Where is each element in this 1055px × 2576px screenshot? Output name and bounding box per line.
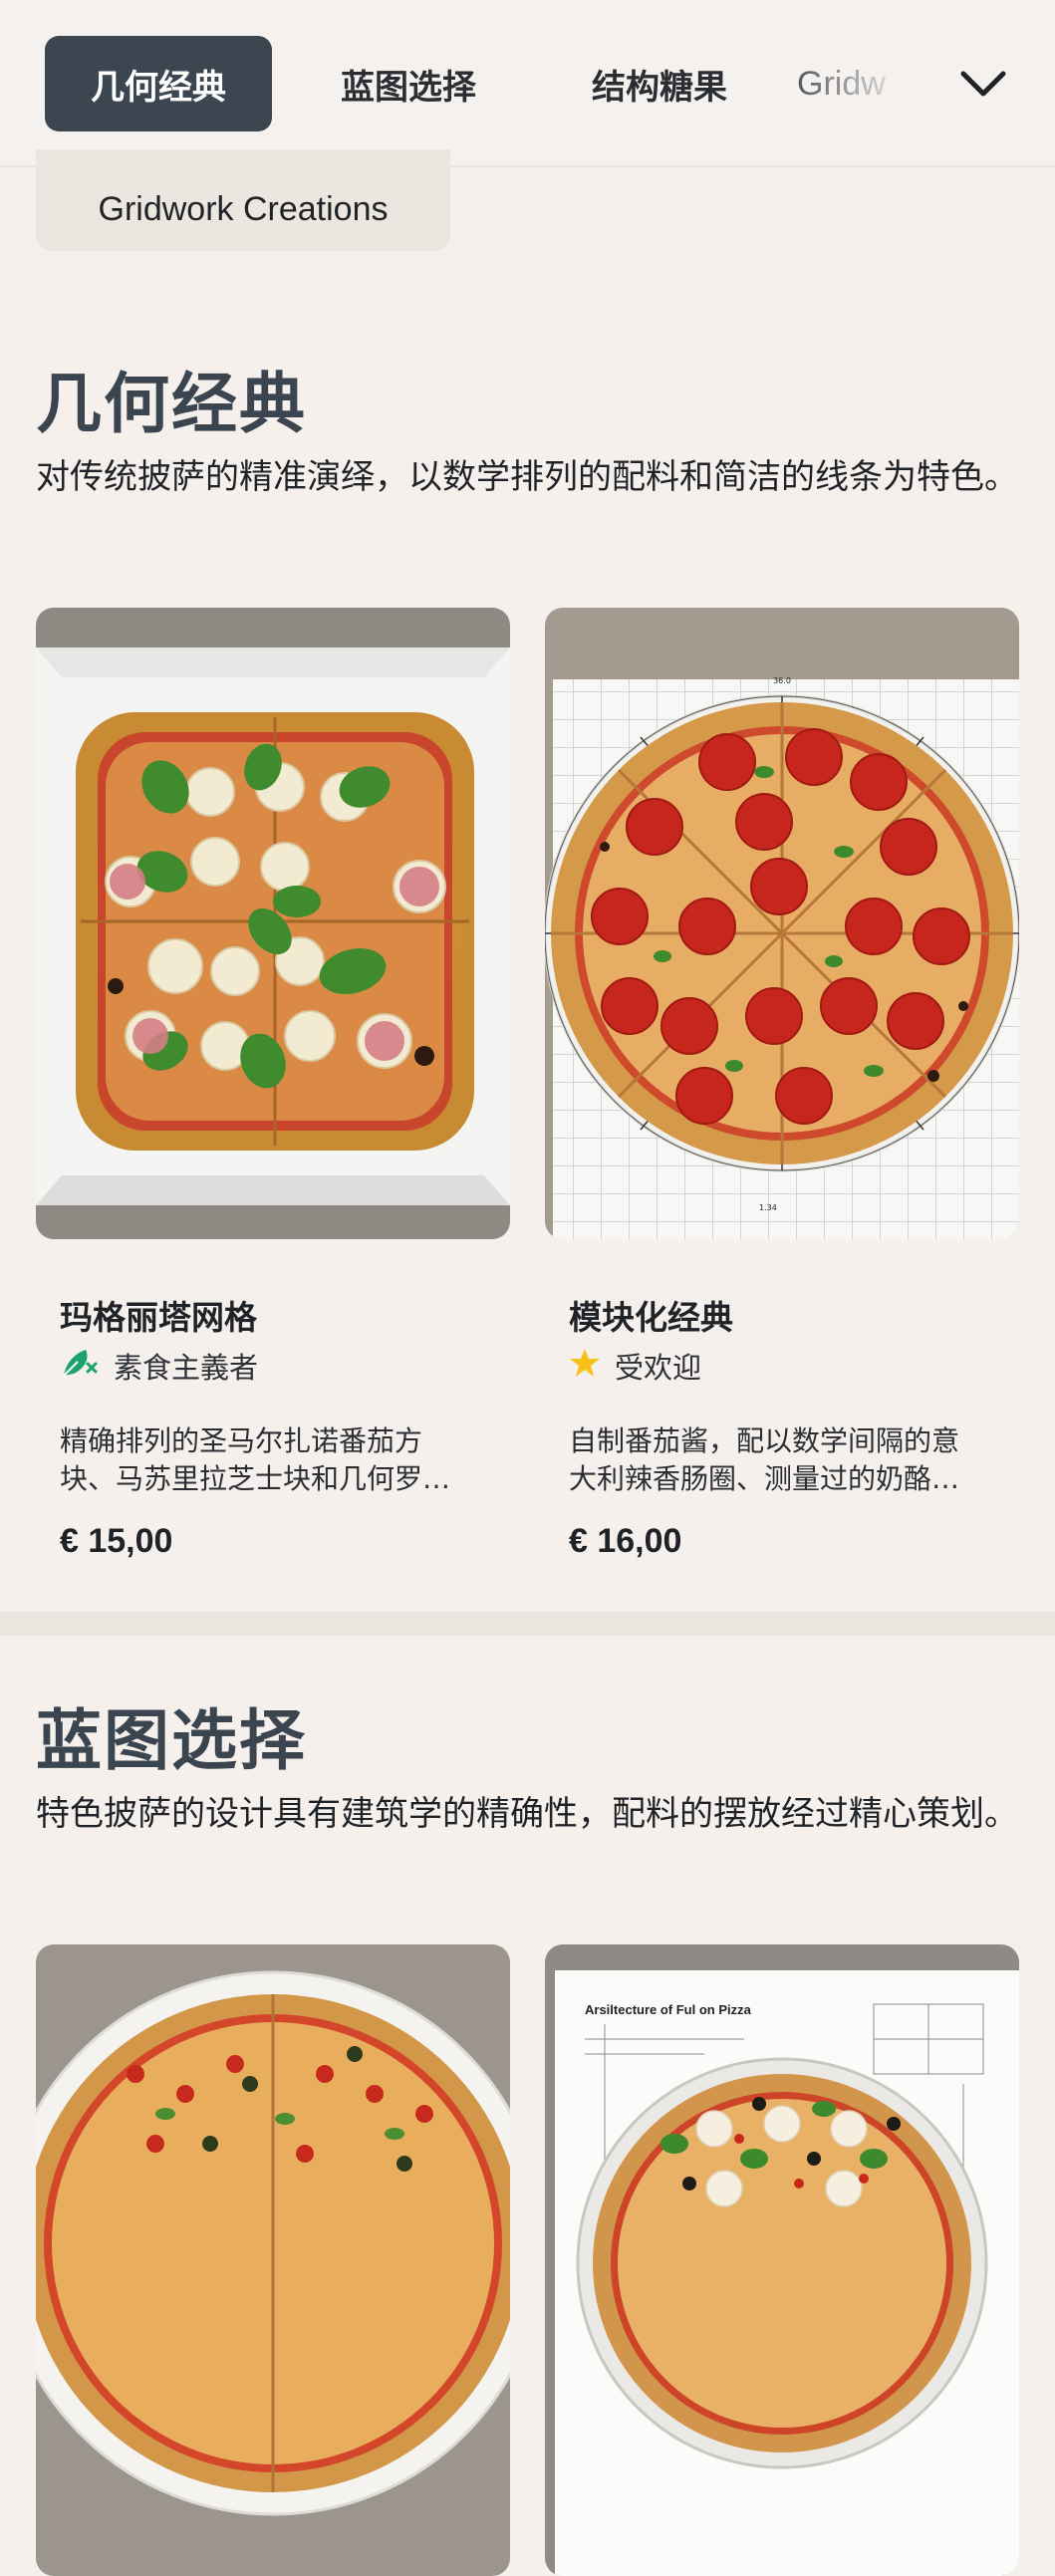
item-name: 玛格丽塔网格 (60, 1298, 257, 1337)
pizza-image: 36.0 1.34 (545, 608, 1019, 1239)
section-title: 几何经典 (36, 366, 307, 442)
menu-item-card[interactable] (36, 1944, 510, 2576)
tab-blueprint-selection[interactable]: 蓝图选择 (295, 36, 522, 131)
pizza-image: Arsiltecture of Ful on Pizza (545, 1944, 1019, 2576)
item-price: € 16,00 (569, 1522, 682, 1560)
pizza-image (36, 608, 510, 1239)
tab-geometric-classics[interactable]: 几何经典 (45, 36, 272, 131)
tag-label: 素食主義者 (114, 1351, 259, 1385)
svg-text:Arsiltecture of Ful on Pizza: Arsiltecture of Ful on Pizza (585, 2002, 752, 2017)
section-description: 对传统披萨的精准演绎，以数学排列的配料和简洁的线条为特色。 (36, 457, 1018, 497)
section-divider (0, 1612, 1055, 1636)
section-title: 蓝图选择 (36, 1702, 307, 1779)
svg-text:36.0: 36.0 (773, 676, 791, 685)
tab-gridwork[interactable]: Gridw (797, 36, 946, 131)
menu-item-card[interactable]: Arsiltecture of Ful on Pizza (545, 1944, 1019, 2576)
menu-item-card[interactable]: 36.0 1.34 模块化经典 受欢迎 自制番茄酱，配以数学间隔的意 大利辣香肠… (545, 608, 1019, 1564)
tag-label: 受欢迎 (615, 1351, 702, 1385)
item-description: 自制番茄酱，配以数学间隔的意 大利辣香肠圈、测量过的奶酪… (569, 1424, 960, 1495)
item-price: € 15,00 (60, 1522, 173, 1560)
item-tag: 素食主義者 (60, 1345, 258, 1387)
star-icon (569, 1347, 601, 1386)
svg-text:1.34: 1.34 (759, 1203, 777, 1212)
item-tag: 受欢迎 (569, 1345, 701, 1387)
category-tab-bar: 几何经典 蓝图选择 结构糖果 Gridw (0, 0, 1055, 167)
item-description: 精确排列的圣马尔扎诺番茄方 块、马苏里拉芝士块和几何罗… (60, 1424, 451, 1495)
tab-structural-candy[interactable]: 结构糖果 (546, 36, 773, 131)
chevron-down-icon[interactable] (946, 56, 1020, 112)
pizza-image (36, 1944, 510, 2576)
section-description: 特色披萨的设计具有建筑学的精确性，配料的摆放经过精心策划。 (36, 1794, 1018, 1834)
item-name: 模块化经典 (569, 1298, 733, 1337)
gridwork-creations-chip[interactable]: Gridwork Creations (36, 149, 450, 251)
menu-item-card[interactable]: 玛格丽塔网格 素食主義者 精确排列的圣马尔扎诺番茄方 块、马苏里拉芝士块和几何罗… (36, 608, 510, 1564)
vegetable-leaf-icon (60, 1346, 100, 1387)
